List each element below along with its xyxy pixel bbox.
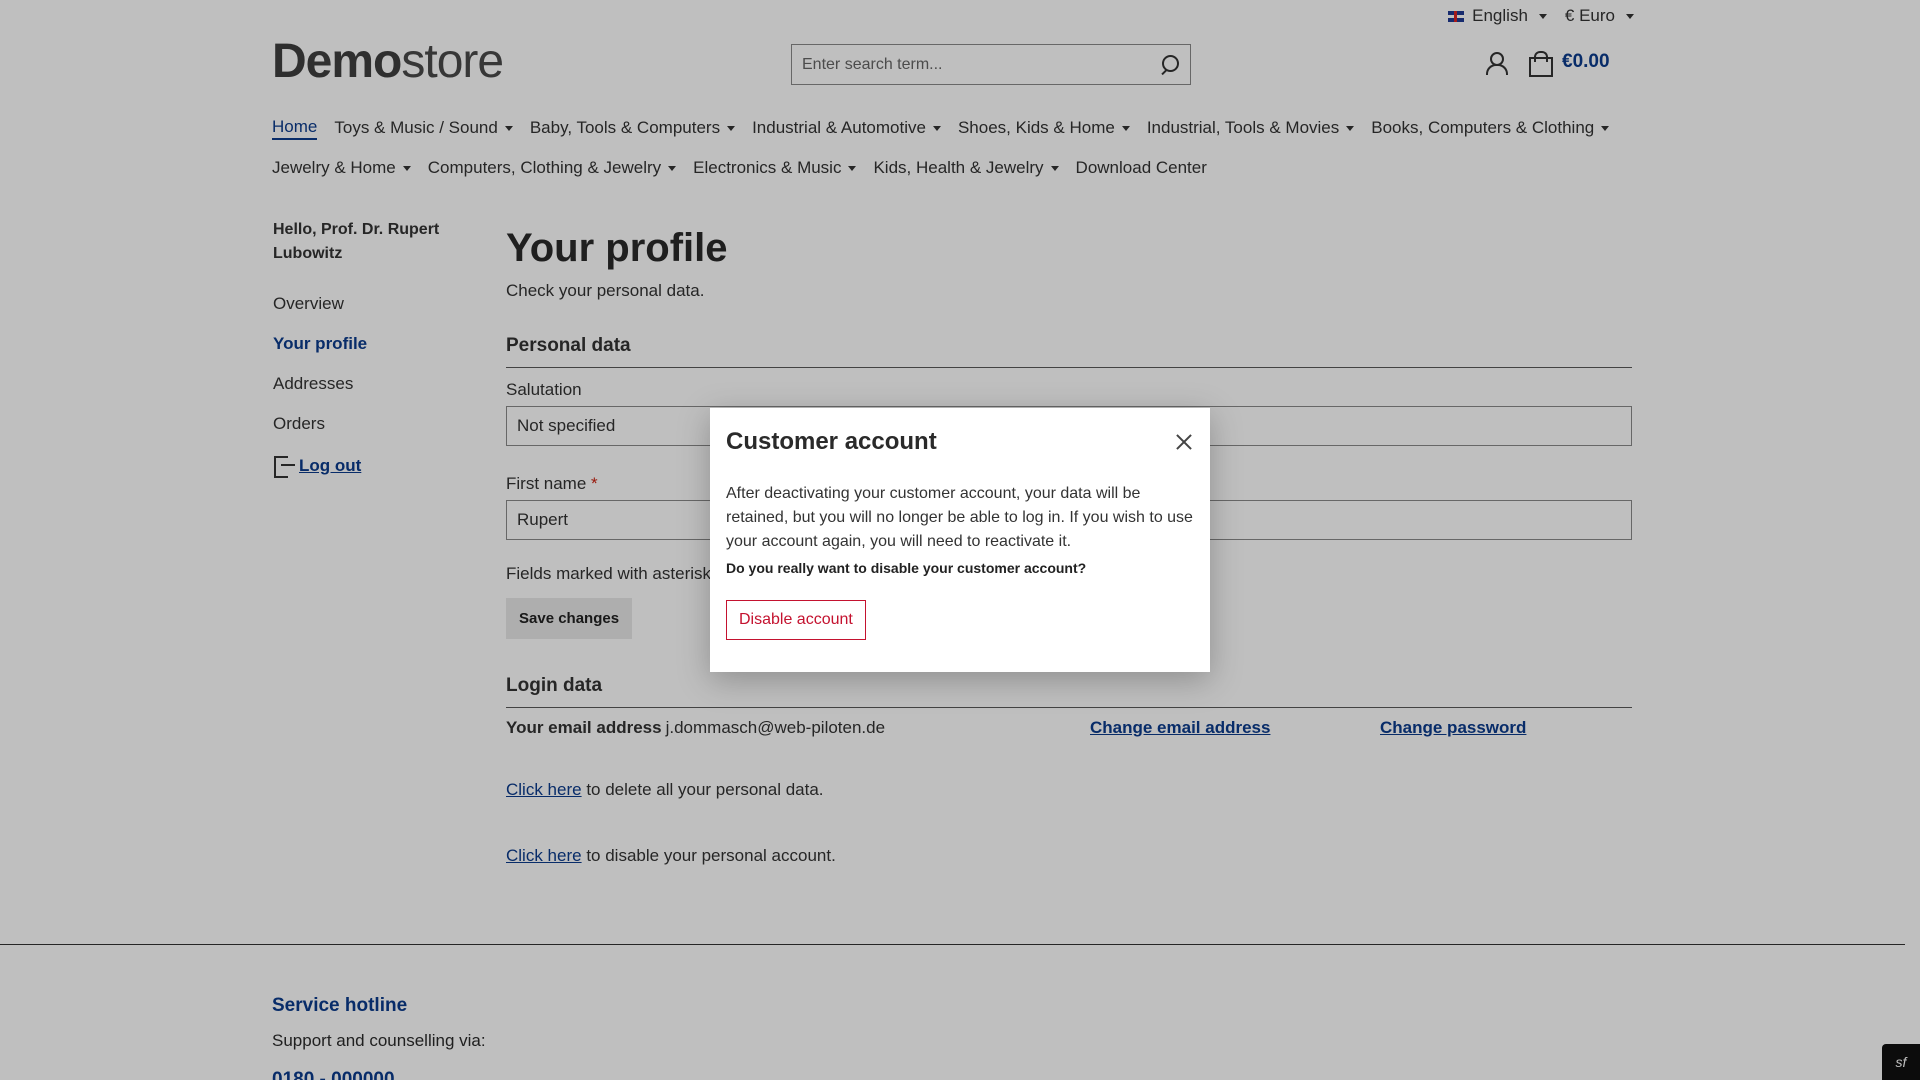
modal-question: Do you really want to disable your custo…: [726, 560, 1087, 576]
modal-title: Customer account: [726, 428, 937, 455]
customer-account-modal: Customer account After deactivating your…: [710, 408, 1210, 672]
modal-body-text: After deactivating your customer account…: [726, 485, 1193, 550]
disable-account-button[interactable]: Disable account: [726, 600, 866, 640]
close-icon[interactable]: [1172, 430, 1196, 454]
